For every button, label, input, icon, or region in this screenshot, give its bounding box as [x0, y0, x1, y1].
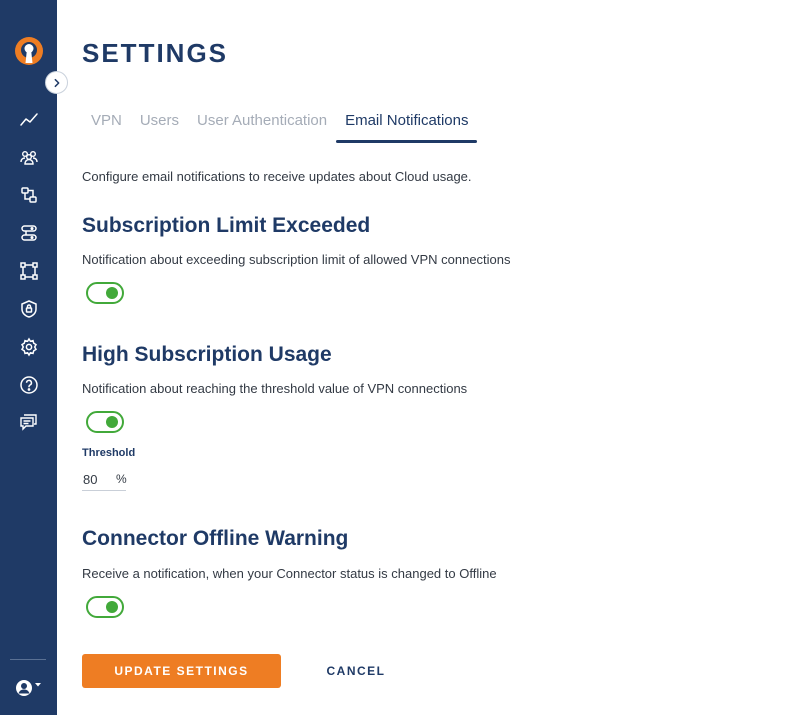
sidebar [0, 0, 57, 715]
high-usage-title: High Subscription Usage [82, 343, 332, 366]
connector-offline-description: Receive a notification, when your Connec… [82, 566, 497, 581]
connector-offline-title: Connector Offline Warning [82, 527, 349, 550]
intro-text: Configure email notifications to receive… [82, 169, 472, 184]
cancel-button[interactable]: CANCEL [310, 654, 402, 688]
threshold-input[interactable] [82, 471, 112, 487]
toggle-knob [106, 416, 118, 428]
sidebar-expand-button[interactable] [45, 71, 68, 94]
subscription-limit-title: Subscription Limit Exceeded [82, 214, 371, 237]
toggle-knob [106, 287, 118, 299]
chat-icon[interactable] [18, 411, 40, 433]
threshold-label: Threshold [82, 447, 136, 459]
logo-icon[interactable] [13, 36, 45, 68]
chevron-right-icon [54, 78, 59, 87]
high-usage-toggle[interactable] [86, 411, 124, 433]
gear-icon[interactable] [18, 336, 40, 358]
settings-tabs: VPN Users User Authentication Email Noti… [82, 112, 478, 143]
servers-icon[interactable] [18, 222, 40, 244]
tab-users[interactable]: Users [131, 112, 188, 143]
tab-email-notifications[interactable]: Email Notifications [336, 112, 478, 143]
toggle-knob [106, 601, 118, 613]
update-settings-button[interactable]: UPDATE SETTINGS [82, 654, 281, 688]
connector-offline-toggle[interactable] [86, 596, 124, 618]
tab-vpn[interactable]: VPN [82, 112, 131, 143]
sidebar-divider [10, 659, 46, 660]
high-usage-description: Notification about reaching the threshol… [82, 381, 468, 396]
threshold-field: % [82, 468, 127, 491]
subscription-limit-toggle[interactable] [86, 282, 124, 304]
help-icon[interactable] [18, 374, 40, 396]
network-icon[interactable] [18, 184, 40, 206]
user-menu[interactable] [15, 678, 45, 698]
tab-user-authentication[interactable]: User Authentication [188, 112, 336, 143]
subscription-limit-description: Notification about exceeding subscriptio… [82, 252, 511, 267]
threshold-unit: % [116, 472, 127, 486]
page-title: SETTINGS [82, 38, 229, 68]
topology-icon[interactable] [18, 260, 40, 282]
user-avatar-icon [16, 680, 41, 696]
shield-icon[interactable] [18, 298, 40, 320]
activity-chart-icon[interactable] [18, 108, 40, 130]
users-group-icon[interactable] [18, 146, 40, 168]
